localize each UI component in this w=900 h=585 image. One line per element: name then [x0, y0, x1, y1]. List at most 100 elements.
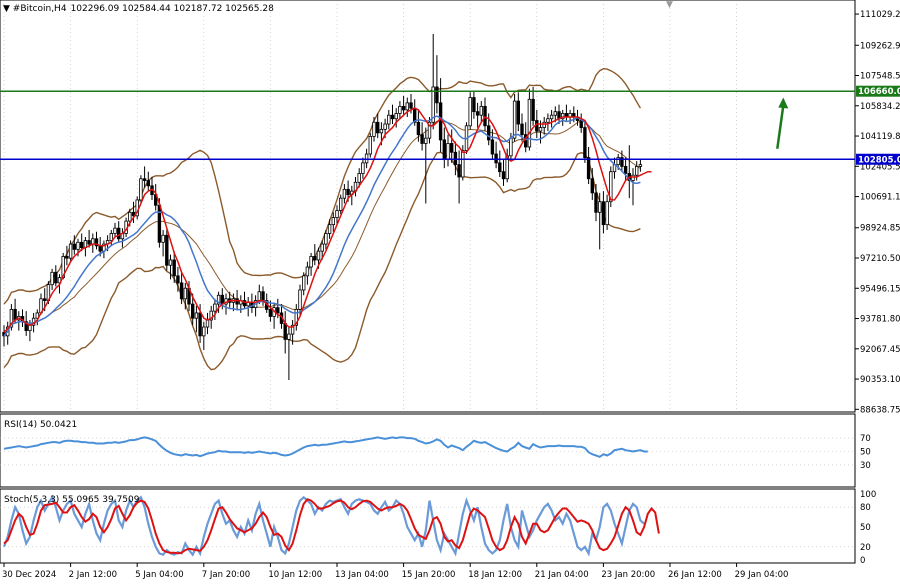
header-title: ▼ #Bitcoin,H4 102296.09 102584.44 102187.… [3, 4, 274, 14]
candle [468, 92, 472, 130]
stoch-tick-label: 50 [860, 523, 871, 533]
candle-body [338, 197, 343, 211]
x-tick-label: 7 Jan 20:00 [202, 570, 250, 580]
rsi-label: RSI(14) 50.0421 [4, 420, 77, 430]
candle-body [91, 238, 95, 245]
price-chart[interactable]: 111029.25 109262.90 107548.55 105834.20 1041… [0, 0, 900, 585]
candle-body [298, 289, 302, 310]
stoch-label: Stoch(5,3,3) 55.0965 39.7509 [4, 495, 140, 505]
scroll-marker-icon[interactable]: ▼ [666, 0, 673, 10]
rsi-tick-label: 50 [860, 448, 871, 458]
candle-body [146, 180, 150, 187]
candle-body [546, 118, 550, 123]
candle-body [364, 153, 369, 164]
ohlc-readout: 102296.09 102584.44 102187.72 102565.28 [71, 4, 275, 14]
stoch-y-axis: 100 80 50 20 0 [860, 490, 876, 566]
candle-body [54, 271, 58, 284]
candle [68, 240, 73, 262]
y-tick-label: 93781.80 [860, 315, 900, 325]
candle-body [405, 102, 409, 111]
candle-body [313, 256, 317, 261]
y-tick-label: 111029.25 [860, 10, 900, 20]
candle-body [190, 303, 195, 319]
candle-body [483, 105, 487, 127]
candle-body [368, 135, 372, 155]
candle-body [531, 98, 535, 121]
candle-body [542, 121, 546, 128]
time-axis: 30 Dec 2024 2 Jan 12:00 5 Jan 04:00 7 Jan 2… [2, 563, 788, 580]
candle-body [324, 233, 328, 245]
candle-body [357, 173, 361, 183]
candle-body [409, 102, 413, 109]
candle-body [113, 227, 117, 234]
candle-body [335, 210, 339, 218]
candle-body [165, 234, 169, 266]
candle-body [309, 256, 313, 268]
candle-body [276, 307, 280, 314]
candle-body [87, 240, 91, 245]
stoch-tick-label: 80 [860, 503, 871, 513]
candle-body [494, 153, 498, 164]
candle-body [390, 114, 395, 120]
rsi-pane[interactable]: 70 50 30 RSI(14) 50.0421 [0, 413, 871, 488]
candle-body [394, 113, 398, 120]
candle-body [438, 102, 443, 141]
candle-body [194, 312, 199, 319]
candle-body [283, 323, 287, 340]
main-price-pane[interactable]: 111029.25 109262.90 107548.55 105834.20 1041… [0, 0, 900, 415]
resistance-tag-label: 106660.00 [858, 87, 900, 97]
y-tick-label: 109262.90 [860, 41, 900, 51]
x-tick-label: 23 Jan 20:00 [601, 570, 655, 580]
candle [368, 132, 372, 158]
candle-body [76, 241, 80, 250]
candle [609, 166, 613, 207]
candle-body [512, 100, 517, 139]
candle-body [68, 243, 73, 259]
stochastic-pane[interactable]: 100 80 50 20 0 Stoch(5,3,3) 55.0965 39.7509 [0, 488, 876, 566]
y-tick-label: 100691.15 [860, 193, 900, 203]
rsi-tick-label: 30 [860, 461, 871, 471]
candle-body [205, 319, 210, 328]
candle-body [383, 123, 387, 130]
support-tag-label: 102805.00 [858, 155, 900, 165]
level-price-tags: 106660.00 102805.00 [856, 85, 900, 165]
y-tick-label: 90353.10 [860, 375, 900, 385]
candle-body [594, 192, 598, 213]
y-tick-label: 107548.55 [860, 72, 900, 82]
candle-body [361, 162, 365, 174]
main-pane-frame [0, 0, 856, 413]
candle-body [631, 174, 635, 181]
candle-body [379, 128, 384, 134]
x-tick-label: 10 Jan 12:00 [268, 570, 322, 580]
candle-body [475, 111, 480, 116]
rsi-tick-label: 70 [860, 434, 871, 444]
candle [139, 175, 143, 204]
candle-body [520, 123, 524, 136]
x-tick-label: 13 Jan 04:00 [335, 570, 389, 580]
candle-body [486, 125, 491, 141]
candle-body [342, 188, 347, 199]
x-tick-label: 2 Jan 12:00 [69, 570, 117, 580]
candle [135, 196, 139, 220]
candle-body [139, 178, 143, 201]
candle-body [442, 139, 446, 160]
candle-body [549, 114, 554, 120]
x-tick-label: 29 Jan 04:00 [735, 570, 789, 580]
x-tick-label: 5 Jan 04:00 [135, 570, 183, 580]
candle-body [128, 211, 132, 222]
candle-body [305, 266, 310, 277]
candle-body [198, 312, 202, 337]
candle-body [257, 291, 261, 301]
candle-body [65, 256, 69, 259]
candle-body [183, 287, 187, 300]
y-tick-label: 92067.45 [860, 345, 900, 355]
candle-body [172, 259, 176, 277]
candle-body [468, 97, 472, 127]
candle-body [446, 143, 450, 160]
candle-body [372, 121, 376, 137]
candle-body [498, 162, 502, 173]
candle-body [13, 308, 17, 321]
candle-body [598, 201, 602, 213]
candle-body [142, 178, 147, 181]
candle-body [213, 303, 217, 312]
